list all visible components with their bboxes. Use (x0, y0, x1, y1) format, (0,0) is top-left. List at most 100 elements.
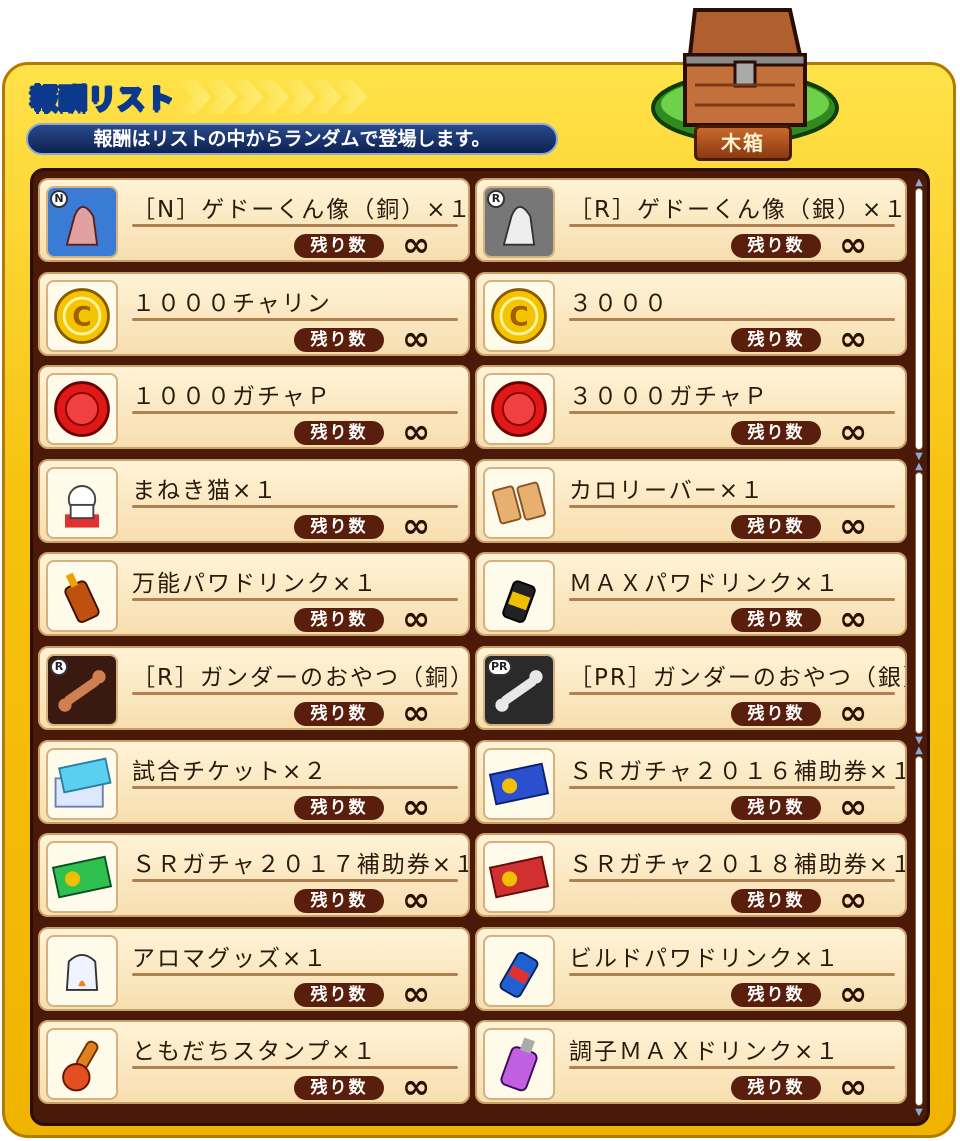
svg-text:C: C (509, 301, 528, 332)
scroll-down-icon[interactable]: ▼ (913, 1108, 925, 1118)
reward-card[interactable]: R ［R］ガンダーのおやつ（銅）×１ 残り数 ∞ (38, 646, 470, 730)
calorie-bar-icon (483, 466, 555, 539)
reward-card[interactable]: 試合チケット×２ 残り数 ∞ (38, 739, 470, 827)
remaining-count: ∞ (402, 412, 431, 453)
reward-name: カロリーバー×１ (569, 477, 766, 504)
power-drink-icon (46, 560, 118, 633)
remaining-count: ∞ (839, 973, 868, 1014)
remaining-badge: 残り数 (731, 514, 821, 539)
remaining-count: ∞ (402, 505, 431, 546)
gacha-point-icon (483, 373, 555, 446)
gedo-statue-silver-icon: R (483, 186, 555, 258)
remaining-count: ∞ (402, 786, 431, 827)
remaining-count: ∞ (839, 693, 868, 733)
reward-card[interactable]: カロリーバー×１ 残り数 ∞ (475, 458, 907, 546)
gacha-ticket-2018-icon (483, 841, 555, 914)
reward-name: ＭＡＸパワドリンク×１ (569, 571, 841, 598)
remaining-count: ∞ (839, 599, 868, 640)
reward-card[interactable]: ３０００ガチャＰ 残り数 ∞ (475, 365, 907, 453)
remaining-badge: 残り数 (294, 889, 384, 914)
max-power-drink-icon (483, 560, 555, 633)
reward-card[interactable]: ＭＡＸパワドリンク×１ 残り数 ∞ (475, 552, 907, 640)
remaining-badge: 残り数 (731, 608, 821, 633)
remaining-badge: 残り数 (294, 702, 384, 726)
reward-name: まねき猫×１ (132, 477, 279, 504)
remaining-badge: 残り数 (731, 234, 821, 258)
reward-name: 調子ＭＡＸドリンク×１ (569, 1039, 841, 1066)
scroll-up-icon[interactable]: ▲ (913, 178, 925, 188)
remaining-count: ∞ (402, 225, 431, 265)
bone-bronze-icon: R (46, 654, 118, 726)
remaining-badge: 残り数 (294, 514, 384, 539)
build-power-drink-icon (483, 934, 555, 1007)
reward-card[interactable]: ともだちスタンプ×１ 残り数 ∞ (38, 1020, 470, 1108)
title-chevron-decoration (177, 80, 368, 114)
remaining-count: ∞ (839, 412, 868, 453)
reward-name: ＳＲガチャ２０１８補助券×１ (569, 852, 905, 879)
remaining-count: ∞ (402, 973, 431, 1014)
reward-card[interactable]: ＳＲガチャ２０１７補助券×１ 残り数 ∞ (38, 833, 470, 921)
scroll-track[interactable] (915, 188, 923, 450)
reward-name: ３０００ガチャＰ (569, 384, 769, 411)
gacha-point-icon (46, 373, 118, 446)
scroll-track[interactable] (915, 756, 923, 1106)
scroll-track[interactable] (915, 472, 923, 734)
remaining-badge: 残り数 (731, 327, 821, 352)
reward-name: １０００チャリン (132, 290, 332, 317)
reward-card[interactable]: ＳＲガチャ２０１６補助券×１ 残り数 ∞ (475, 739, 907, 824)
reward-card[interactable]: アロマグッズ×１ 残り数 ∞ (38, 926, 470, 1014)
reward-name: ［N］ゲドーくん像（銅）×１ (132, 197, 468, 223)
remaining-badge: 残り数 (294, 421, 384, 446)
remaining-badge: 残り数 (731, 795, 821, 820)
reward-card[interactable]: ＳＲガチャ２０１８補助券×１ 残り数 ∞ (475, 833, 907, 921)
reward-name: ［PR］ガンダーのおやつ（銀）×１ (569, 665, 905, 691)
remaining-count: ∞ (839, 505, 868, 546)
reward-card[interactable]: 万能パワドリンク×１ 残り数 ∞ (38, 552, 470, 640)
reward-name: ともだちスタンプ×１ (132, 1039, 378, 1066)
remaining-badge: 残り数 (731, 702, 821, 726)
reward-name: ＳＲガチャ２０１７補助券×１ (132, 852, 468, 879)
chest-type-label: 木箱 (694, 125, 792, 161)
remaining-badge: 残り数 (294, 327, 384, 352)
reward-name: 万能パワドリンク×１ (132, 571, 379, 598)
remaining-count: ∞ (402, 599, 431, 640)
rarity-badge: N (50, 190, 68, 208)
remaining-count: ∞ (839, 318, 868, 359)
remaining-count: ∞ (402, 880, 431, 921)
reward-card[interactable]: 調子ＭＡＸドリンク×１ 残り数 ∞ (475, 1020, 907, 1108)
remaining-badge: 残り数 (731, 1076, 821, 1101)
remaining-badge: 残り数 (294, 982, 384, 1007)
reward-card[interactable]: ビルドパワドリンク×１ 残り数 ∞ (475, 926, 907, 1014)
remaining-count: ∞ (839, 225, 868, 265)
remaining-badge: 残り数 (294, 608, 384, 633)
reward-name: アロマグッズ×１ (132, 945, 329, 972)
reward-card[interactable]: PR ［PR］ガンダーのおやつ（銀）×１ 残り数 ∞ (475, 646, 907, 730)
remaining-count: ∞ (402, 1067, 431, 1108)
reward-card[interactable]: １０００ガチャＰ 残り数 ∞ (38, 365, 470, 453)
reward-list-header: 報酬リスト (24, 76, 368, 118)
scroll-up-icon[interactable]: ▲ (913, 746, 925, 756)
reward-card[interactable]: まねき猫×１ 残り数 ∞ (38, 458, 470, 546)
remaining-count: ∞ (402, 318, 431, 359)
friend-stamp-icon (46, 1028, 118, 1101)
reward-name: １０００ガチャＰ (132, 384, 332, 411)
gedo-statue-bronze-icon: N (46, 186, 118, 258)
remaining-badge: 残り数 (731, 982, 821, 1007)
reward-card[interactable]: R ［R］ゲドーくん像（銀）×１ 残り数 ∞ (475, 178, 907, 262)
gacha-ticket-2016-icon (483, 747, 555, 820)
reward-card[interactable]: C １０００チャリン残り数 ∞ (38, 271, 470, 359)
reward-name: ＳＲガチャ２０１６補助券×１ (569, 758, 905, 785)
remaining-count: ∞ (839, 1067, 868, 1108)
svg-text:C: C (72, 301, 91, 332)
reward-card[interactable]: N ［N］ゲドーくん像（銅）×１ 残り数 ∞ (38, 178, 470, 262)
remaining-badge: 残り数 (294, 1076, 384, 1101)
scroll-up-icon[interactable]: ▲ (913, 462, 925, 472)
aroma-diffuser-icon (46, 934, 118, 1007)
match-ticket-icon (46, 747, 118, 820)
remaining-count: ∞ (839, 880, 868, 921)
remaining-badge: 残り数 (731, 421, 821, 446)
rarity-badge: R (487, 190, 505, 208)
scrollbar[interactable]: ▲ ▼ ▲ ▼ ▲ ▼ (913, 178, 925, 1118)
reward-card[interactable]: C ３０００ 残り数 ∞ (475, 271, 907, 359)
remaining-badge: 残り数 (294, 234, 384, 258)
